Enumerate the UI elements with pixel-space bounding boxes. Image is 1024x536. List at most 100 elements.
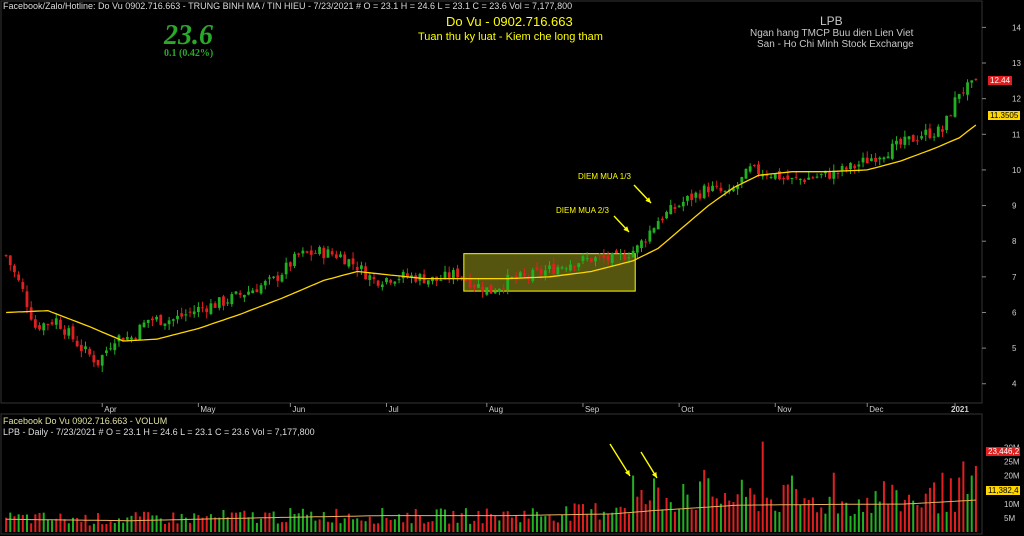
volume-bar	[226, 517, 229, 532]
volume-bar	[673, 511, 676, 532]
volume-bar	[138, 516, 141, 532]
candle	[368, 273, 372, 287]
candle	[648, 225, 652, 244]
candle-body	[42, 323, 46, 331]
volume-bar	[134, 512, 137, 532]
candle	[251, 287, 255, 294]
candle	[75, 336, 79, 348]
candle-body	[155, 316, 158, 320]
volume-bar	[172, 512, 175, 532]
volume-bar	[372, 523, 375, 532]
volume-bar	[732, 501, 735, 532]
volume-bar	[243, 510, 246, 532]
candlestick-chart[interactable]: 45678910111213145M10M15M20M25M30MAprMayJ…	[0, 0, 1024, 536]
candle	[347, 258, 351, 269]
candle	[970, 80, 974, 89]
candle-body	[188, 311, 192, 313]
volume-bar	[515, 514, 518, 532]
candle-body	[464, 280, 468, 282]
volume-bar	[339, 523, 342, 532]
candle-body	[351, 258, 355, 265]
volume-bar	[67, 523, 70, 532]
volume-bar	[239, 512, 242, 532]
candle-body	[702, 185, 706, 199]
volume-bar	[711, 496, 714, 532]
candle-body	[255, 289, 259, 293]
candle-body	[874, 157, 877, 162]
candle	[25, 285, 29, 314]
candle-body	[247, 291, 250, 295]
candle	[485, 287, 489, 296]
candle	[497, 288, 501, 296]
candle	[67, 325, 71, 339]
volume-bar	[368, 516, 371, 532]
month-label: Aug	[489, 405, 503, 414]
candle	[142, 319, 146, 328]
candle-body	[585, 258, 589, 260]
candle-body	[297, 253, 301, 255]
volume-bar	[506, 511, 509, 532]
candle-body	[790, 177, 794, 179]
volume-bar	[778, 511, 781, 532]
candle-body	[201, 307, 204, 309]
volume-bar	[924, 493, 927, 532]
candle	[54, 313, 58, 329]
candle-body	[656, 221, 660, 230]
candle-body	[957, 94, 961, 99]
candle-body	[719, 187, 723, 192]
candle-body	[389, 279, 393, 283]
volume-bar	[105, 523, 108, 532]
candle-body	[757, 164, 760, 174]
candle	[941, 125, 944, 137]
volume-bar	[561, 514, 564, 532]
candle-body	[88, 348, 92, 355]
price-tick-label: 14	[1012, 23, 1021, 32]
candle	[355, 261, 359, 277]
candle	[422, 269, 426, 284]
candle-body	[451, 270, 455, 280]
candle-body	[67, 328, 71, 336]
volume-bar	[615, 507, 618, 532]
candle-body	[309, 250, 313, 255]
candle	[711, 181, 714, 192]
candle	[385, 277, 388, 285]
volume-bar	[109, 521, 112, 532]
candle	[389, 278, 393, 285]
volume-bar	[795, 489, 798, 532]
candle	[811, 175, 815, 180]
candle-body	[360, 265, 363, 269]
candle-body	[502, 288, 505, 290]
volume-bar	[937, 513, 940, 532]
candle-body	[79, 344, 83, 351]
volume-bar	[644, 504, 647, 532]
candle-body	[711, 185, 714, 191]
volume-bar	[143, 511, 146, 532]
volume-bar	[218, 517, 221, 532]
volume-bar	[845, 502, 848, 532]
volume-bar	[640, 489, 643, 532]
candle	[242, 294, 246, 303]
volume-bar	[222, 510, 225, 532]
candle	[259, 283, 263, 295]
candle-body	[606, 256, 610, 261]
volume-bar	[389, 519, 392, 532]
candle-body	[38, 325, 41, 330]
candle	[284, 257, 288, 279]
candle	[318, 245, 322, 256]
candle	[660, 216, 664, 223]
candle-body	[589, 258, 593, 263]
candle	[222, 294, 225, 311]
candle-body	[339, 254, 342, 258]
candle-body	[970, 80, 974, 83]
candle	[936, 124, 940, 138]
candle-body	[217, 297, 221, 308]
candle	[163, 323, 167, 330]
volume-bar	[280, 522, 283, 532]
candle	[201, 301, 204, 313]
volume-bar	[573, 503, 576, 532]
candle-body	[870, 158, 873, 162]
candle	[71, 323, 75, 343]
candle	[961, 87, 965, 97]
candle-body	[660, 218, 664, 221]
candle-body	[50, 322, 54, 325]
